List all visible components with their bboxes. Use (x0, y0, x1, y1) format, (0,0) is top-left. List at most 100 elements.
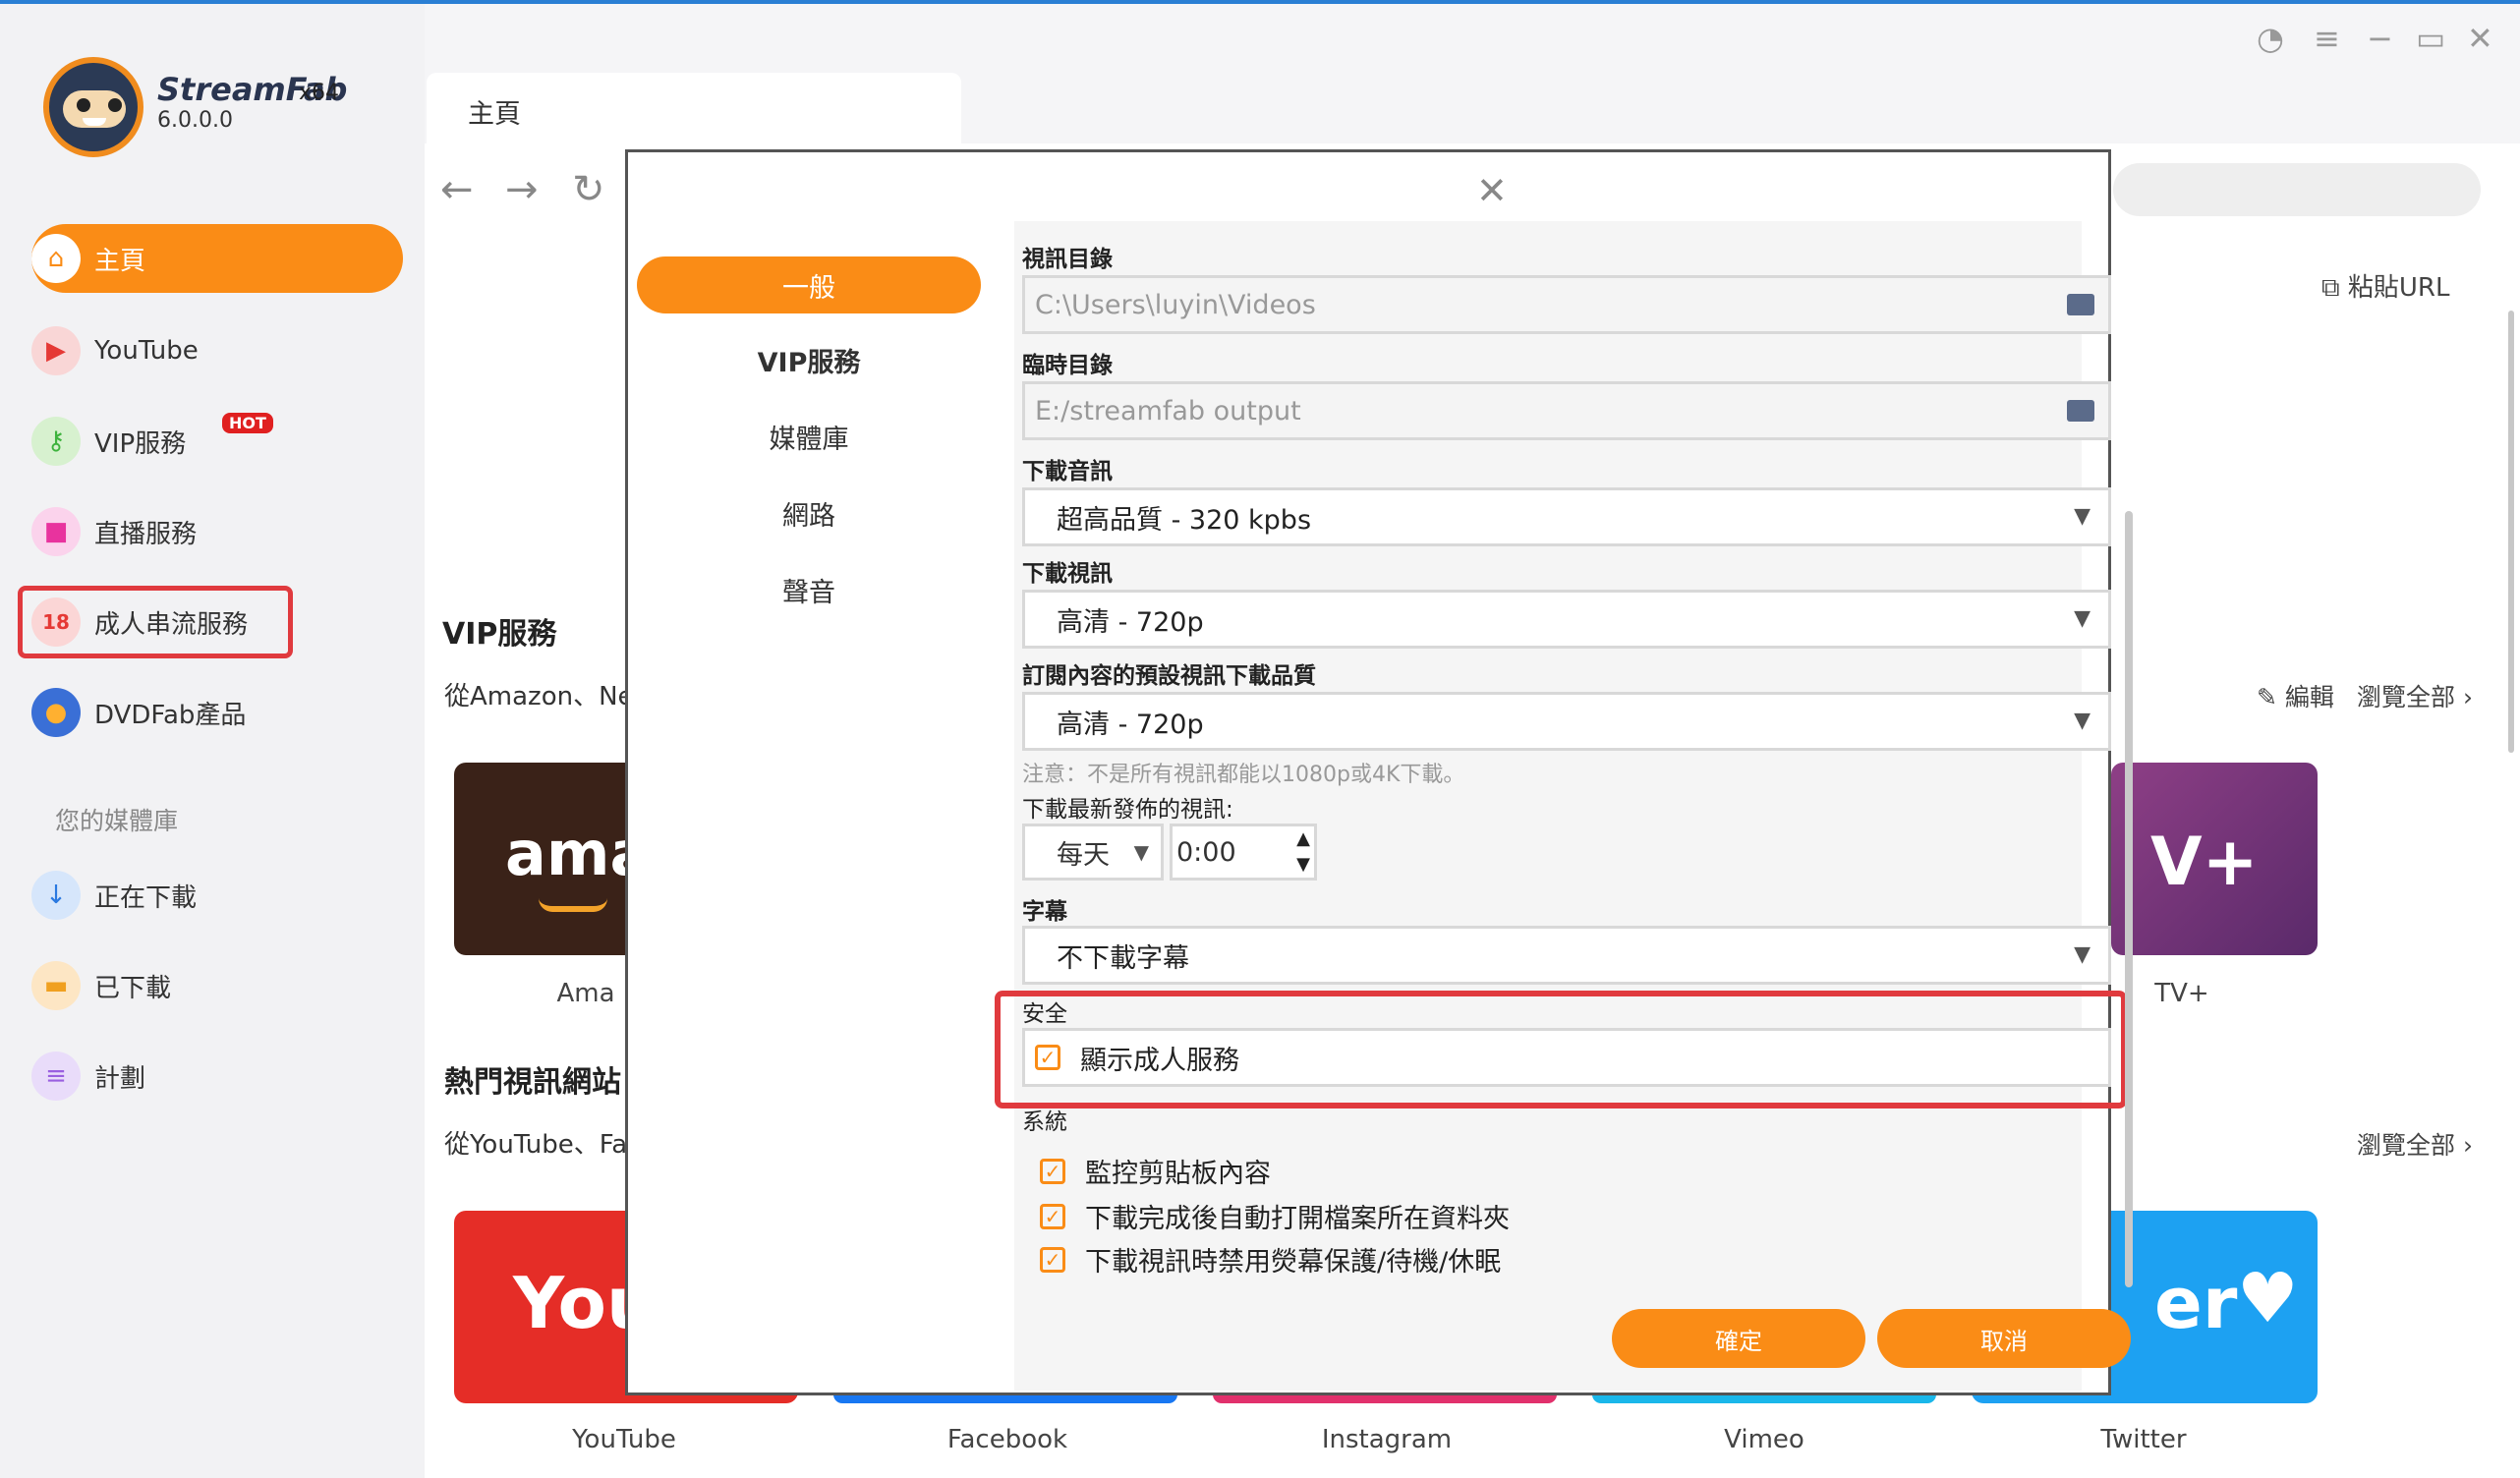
hot-badge: HOT (222, 413, 273, 433)
paste-icon: ⧉ (2321, 273, 2348, 303)
subtitle-value: 不下載字幕 (1057, 942, 1189, 974)
latest-frequency-value: 每天 (1057, 839, 1110, 871)
settings-menu-general[interactable]: 一般 (637, 256, 981, 313)
hot-browse-all-link[interactable]: 瀏覽全部 › (2357, 1126, 2473, 1162)
settings-menu-library[interactable]: 媒體庫 (637, 408, 981, 465)
dialog-scrollbar[interactable] (2125, 511, 2133, 1287)
youtube-icon: ▶ (31, 326, 81, 375)
back-icon[interactable]: ← (440, 167, 474, 212)
key-icon: ⚷ (31, 417, 81, 466)
latest-video-label: 下載最新發佈的視訊: (1022, 797, 1233, 823)
dialog-close-icon[interactable]: ✕ (1476, 169, 1508, 212)
facebook-card-label: Facebook (946, 1425, 1068, 1454)
sub-quality-value: 高清 - 720p (1057, 709, 1204, 740)
vip-edit-link[interactable]: ✎ 編輯 (2257, 678, 2334, 713)
quality-note: 注意：不是所有視訊都能以1080p或4K下載。 (1022, 763, 1465, 787)
latest-frequency-select[interactable]: 每天 ▼ (1022, 824, 1164, 881)
vip-section-title: VIP服務 (442, 617, 557, 652)
security-highlight-box (995, 991, 2127, 1108)
settings-menu-vip[interactable]: VIP服務 (637, 331, 981, 388)
forward-icon[interactable]: → (505, 167, 539, 212)
profile-icon[interactable]: ◔ (2257, 20, 2284, 57)
sidebar-item-live[interactable]: ■ 直播服務 (31, 497, 403, 566)
hot-section-title: 熱門視訊網站 (444, 1065, 621, 1100)
video-dir-field[interactable]: C:\Users\luyin\Videos (1022, 275, 2111, 334)
paste-url-button[interactable]: ⧉ 粘貼URL (2321, 267, 2449, 304)
appletv-card-label: TV+ (2154, 979, 2209, 1008)
instagram-card-label: Instagram (1321, 1425, 1453, 1454)
address-bar[interactable] (2113, 163, 2481, 216)
twitter-bird-icon: ♥ (2237, 1258, 2299, 1338)
subtitle-select[interactable]: 不下載字幕 ▼ (1022, 926, 2111, 985)
browse-all-label: 瀏覽全部 (2357, 1131, 2456, 1160)
tab-home[interactable]: 主頁 (427, 73, 961, 143)
sidebar-item-home[interactable]: ⌂ 主頁 (31, 224, 403, 293)
disable-sleep-checkbox[interactable]: ✓ (1040, 1246, 1065, 1273)
video-dir-label: 視訊目錄 (1022, 247, 1113, 272)
amazon-card[interactable]: ama (454, 763, 641, 955)
spin-down-icon[interactable]: ▼ (1296, 854, 1310, 875)
settings-menu-sound[interactable]: 聲音 (637, 561, 981, 618)
hot-section-desc: 從YouTube、Fa (444, 1130, 628, 1160)
sidebar-item-downloading[interactable]: ↓ 正在下載 (31, 861, 403, 930)
audio-quality-value: 超高品質 - 320 kpbs (1057, 504, 1312, 536)
settings-menu-network[interactable]: 網路 (637, 484, 981, 541)
sub-quality-select[interactable]: 高清 - 720p ▼ (1022, 692, 2111, 751)
video-quality-select[interactable]: 高清 - 720p ▼ (1022, 590, 2111, 649)
sidebar-item-label: YouTube (94, 336, 199, 366)
chevron-down-icon: ▼ (2074, 606, 2090, 631)
minimize-icon[interactable]: − (2367, 20, 2393, 57)
appletv-card[interactable]: V+ (2111, 763, 2318, 955)
library-section-label: 您的媒體庫 (55, 807, 179, 835)
cancel-button[interactable]: 取消 (1877, 1309, 2131, 1368)
clipboard-checkbox[interactable]: ✓ (1040, 1158, 1065, 1184)
sidebar-item-schedule[interactable]: ≡ 計劃 (31, 1042, 403, 1110)
temp-dir-field[interactable]: E:/streamfab output (1022, 381, 2111, 440)
ok-button[interactable]: 確定 (1612, 1309, 1865, 1368)
folder-browse-icon[interactable] (2067, 294, 2094, 315)
audio-quality-select[interactable]: 超高品質 - 320 kpbs ▼ (1022, 487, 2111, 546)
sidebar-item-label: 已下載 (94, 973, 172, 1003)
app-version: 6.0.0.0 (157, 108, 233, 133)
vimeo-card-label: Vimeo (1724, 1425, 1804, 1454)
system-option-open-folder[interactable]: ✓ 下載完成後自動打開檔案所在資料夾 (1040, 1197, 1510, 1235)
adult-highlight-box (18, 586, 293, 658)
system-option-label: 下載完成後自動打開檔案所在資料夾 (1085, 1204, 1510, 1234)
close-icon[interactable]: ✕ (2467, 20, 2493, 57)
audio-label: 下載音訊 (1022, 459, 1113, 484)
maximize-icon[interactable]: ▭ (2416, 20, 2445, 57)
temp-dir-label: 臨時目錄 (1022, 353, 1113, 378)
sidebar-item-dvdfab[interactable]: ● DVDFab產品 (31, 678, 403, 747)
twitter-logo-text: er (2154, 1262, 2238, 1344)
menu-icon[interactable]: ≡ (2314, 20, 2340, 57)
temp-dir-value: E:/streamfab output (1035, 395, 1301, 426)
app-arch: x64 (299, 81, 340, 105)
open-folder-checkbox[interactable]: ✓ (1040, 1203, 1065, 1229)
system-option-label: 下載視訊時禁用熒幕保護/待機/休眠 (1085, 1247, 1502, 1278)
tab-label: 主頁 (468, 99, 521, 130)
sidebar-item-downloaded[interactable]: ▬ 已下載 (31, 951, 403, 1020)
sidebar: StreamFab x64 6.0.0.0 ⌂ 主頁 ▶ YouTube ⚷ V… (0, 4, 425, 1478)
streamfab-logo (43, 57, 143, 157)
edit-label: 編輯 (2284, 683, 2334, 711)
sidebar-item-vip[interactable]: ⚷ VIP服務 HOT (31, 407, 403, 476)
latest-time-input[interactable]: 0:00 ▲ ▼ (1170, 824, 1317, 881)
youtube-card-label: YouTube (572, 1425, 676, 1454)
system-option-clipboard[interactable]: ✓ 監控剪貼板內容 (1040, 1152, 1271, 1190)
chevron-down-icon: ▼ (2074, 709, 2090, 733)
system-option-disable-sleep[interactable]: ✓ 下載視訊時禁用熒幕保護/待機/休眠 (1040, 1240, 1501, 1279)
chevron-down-icon: ▼ (2074, 504, 2090, 529)
sidebar-item-label: 直播服務 (94, 519, 198, 549)
system-label: 系統 (1022, 1109, 1067, 1135)
video-quality-value: 高清 - 720p (1057, 606, 1204, 638)
sub-quality-label: 訂閱內容的預設視訊下載品質 (1022, 663, 1316, 689)
download-icon: ↓ (31, 871, 81, 920)
latest-time-value: 0:00 (1176, 836, 1236, 868)
edit-icon: ✎ (2257, 683, 2285, 711)
vip-browse-all-link[interactable]: 瀏覽全部 › (2357, 678, 2473, 713)
sidebar-item-youtube[interactable]: ▶ YouTube (31, 316, 403, 385)
main-scrollbar[interactable] (2508, 311, 2514, 753)
folder-browse-icon[interactable] (2067, 400, 2094, 422)
refresh-icon[interactable]: ↻ (572, 167, 605, 212)
spin-up-icon[interactable]: ▲ (1296, 828, 1310, 849)
